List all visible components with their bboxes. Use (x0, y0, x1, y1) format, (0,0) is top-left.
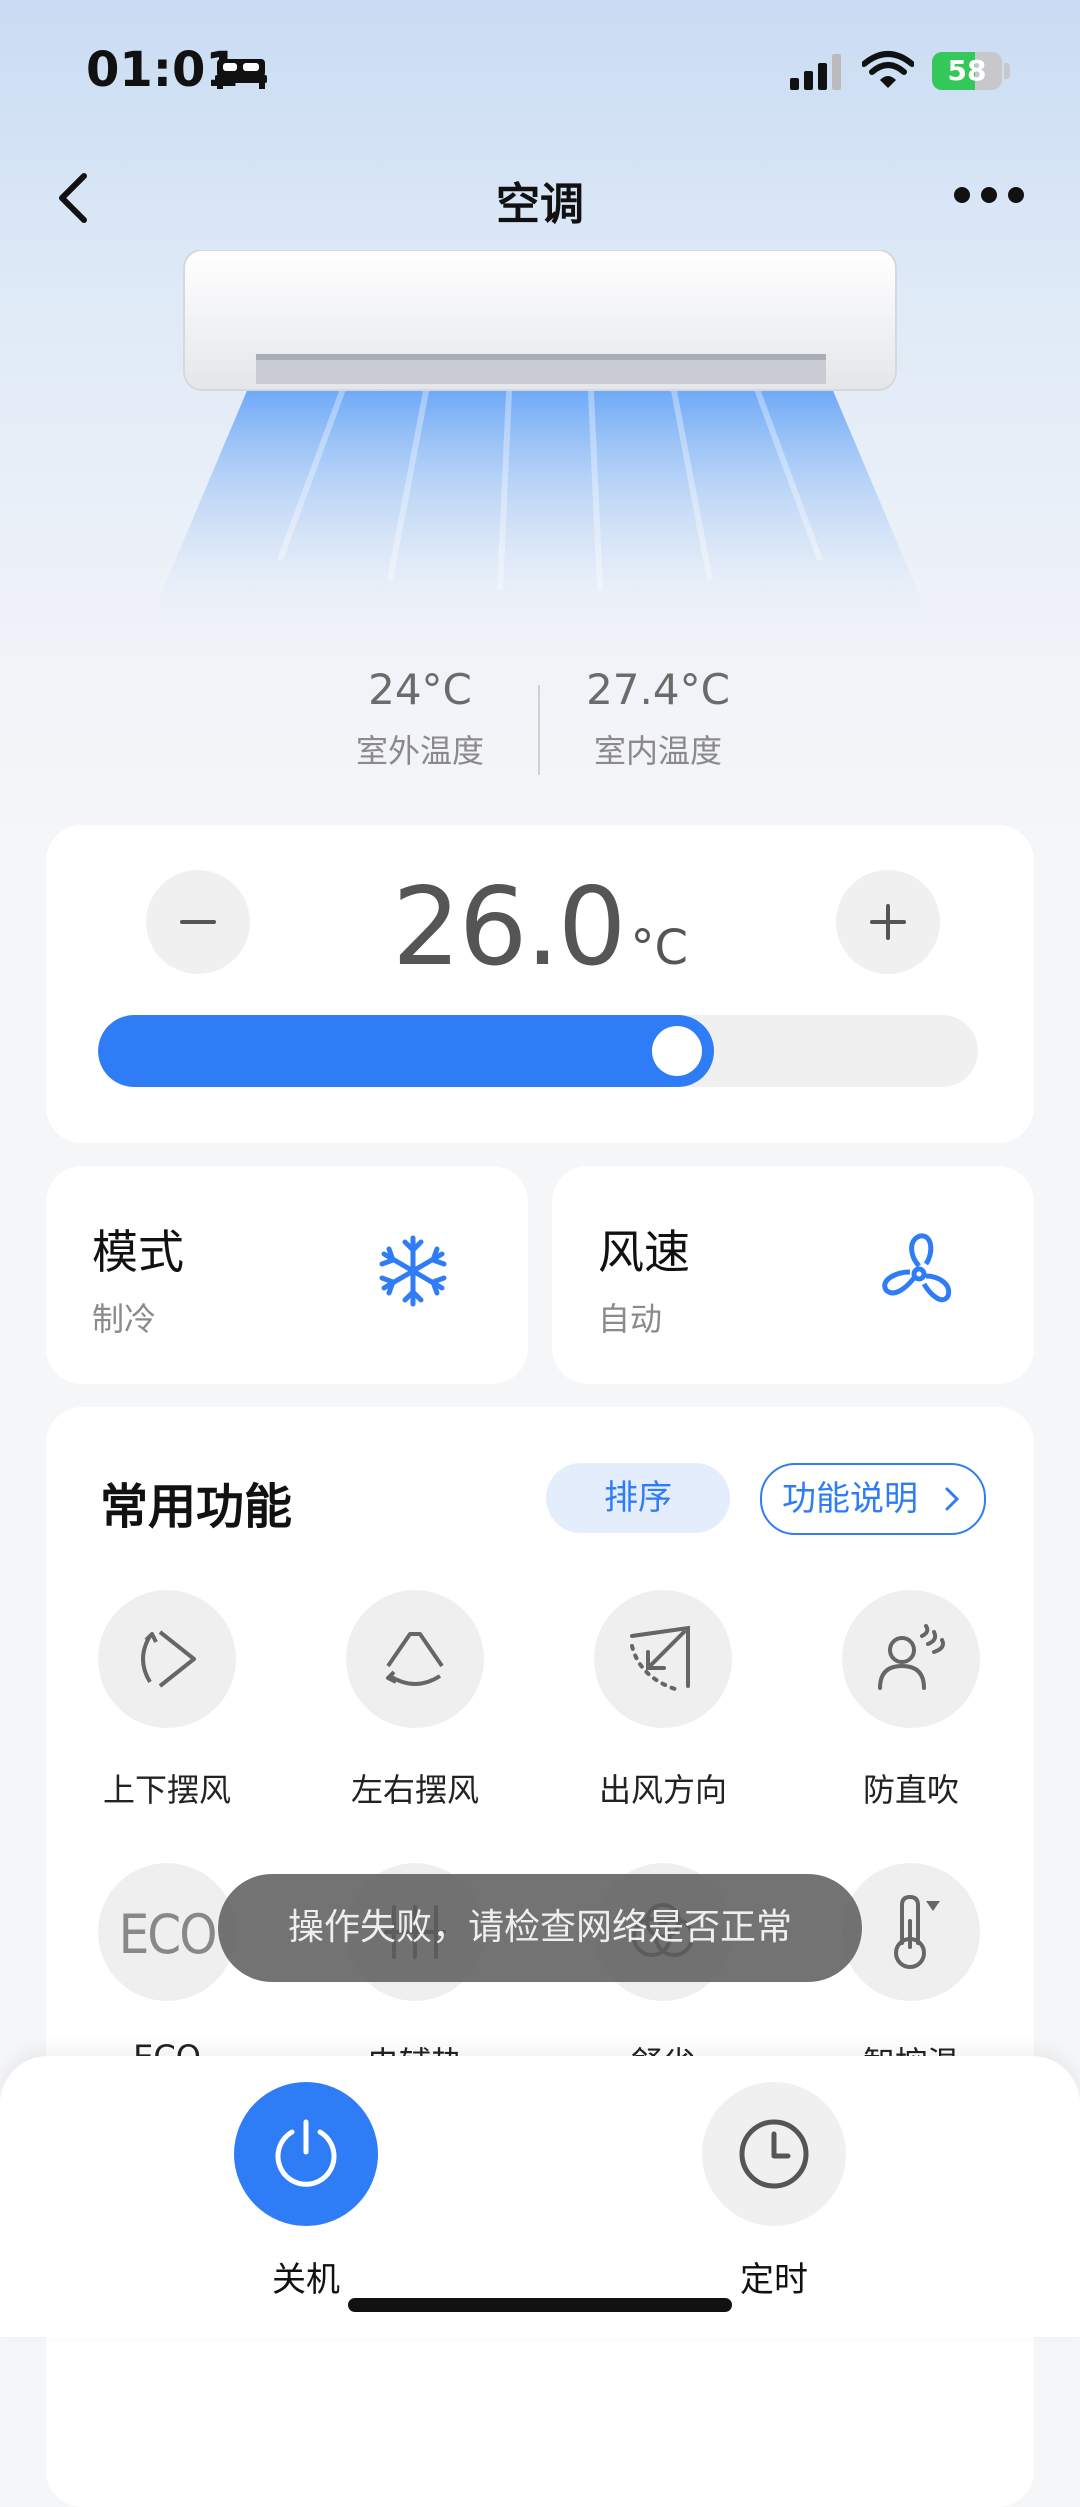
sort-button[interactable]: 排序 (546, 1463, 730, 1533)
fan-icon (882, 1233, 952, 1303)
functions-title: 常用功能 (100, 1479, 293, 1535)
page-title: 空调 (496, 179, 584, 230)
power-icon (275, 2119, 337, 2187)
plus-icon (870, 904, 906, 940)
fan-speed-card[interactable]: 风速 自动 (552, 1166, 1034, 1384)
outdoor-temp-value: 24°C (368, 665, 472, 714)
clock-icon (739, 2119, 809, 2189)
wifi-icon (862, 51, 914, 88)
function-label: 防直吹 (862, 1771, 959, 1809)
indoor-temp-value: 27.4°C (586, 665, 730, 714)
setpoint-unit: °C (630, 920, 688, 976)
air-direction-button[interactable] (594, 1590, 732, 1728)
function-eco[interactable]: ECO ECO (46, 1863, 246, 2083)
slider-fill (98, 1015, 714, 1087)
mode-card[interactable]: 模式 制冷 (46, 1166, 528, 1384)
vertical-swing-button[interactable] (98, 1590, 236, 1728)
more-icon[interactable] (952, 180, 1026, 210)
status-bar: 01:01 58 (0, 0, 1080, 140)
horizontal-swing-icon (386, 1632, 444, 1686)
decrease-temp-button[interactable] (146, 870, 250, 974)
battery-cap (1004, 63, 1010, 79)
setpoint-value: 26.0 (392, 865, 626, 990)
function-explanation-button[interactable]: 功能说明 (760, 1463, 986, 1535)
temperature-slider[interactable] (98, 1015, 978, 1087)
anti-direct-blow-button[interactable] (842, 1590, 980, 1728)
power-label: 关机 (272, 2260, 340, 2300)
timer-button[interactable] (702, 2082, 846, 2226)
fan-value: 自动 (598, 1300, 663, 1338)
horizontal-swing-button[interactable] (346, 1590, 484, 1728)
air-conditioner-unit (183, 250, 897, 391)
bottom-action-bar: 关机 定时 (0, 2056, 1080, 2337)
indoor-temperature: 27.4°C 室内温度 (528, 665, 788, 772)
increase-temp-button[interactable] (836, 870, 940, 974)
outdoor-temperature: 24°C 室外温度 (290, 665, 550, 772)
navigation-bar: 空调 (0, 150, 1080, 250)
airflow-illustration (150, 360, 930, 620)
smart-temp-button[interactable] (842, 1863, 980, 2001)
bed-icon (215, 59, 267, 89)
outdoor-temp-label: 室外温度 (355, 732, 484, 770)
eco-icon: ECO (118, 1903, 218, 1966)
function-horizontal-swing[interactable]: 左右摆风 (294, 1590, 494, 1810)
vertical-swing-icon (141, 1630, 196, 1688)
function-label: 出风方向 (598, 1771, 727, 1809)
timer-label: 定时 (740, 2260, 808, 2300)
function-anti-direct-blow[interactable]: 防直吹 (790, 1590, 990, 1810)
anti-direct-blow-icon (878, 1624, 945, 1690)
cellular-signal-icon (790, 54, 841, 90)
function-air-direction[interactable]: 出风方向 (542, 1590, 742, 1810)
function-vertical-swing[interactable]: 上下摆风 (46, 1590, 246, 1810)
minus-icon (180, 920, 216, 924)
chevron-right-icon (945, 1487, 960, 1511)
function-label: 左右摆风 (350, 1771, 479, 1809)
eco-button[interactable]: ECO (98, 1863, 236, 2001)
explanation-label: 功能说明 (782, 1479, 918, 1519)
smart-temp-icon (894, 1894, 940, 1969)
fan-title: 风速 (598, 1225, 690, 1279)
air-direction-icon (630, 1625, 690, 1692)
temperature-control-card: 26.0 °C (46, 825, 1034, 1143)
mode-title: 模式 (92, 1225, 184, 1279)
function-label: 上下摆风 (102, 1771, 231, 1809)
battery-level: 58 (947, 54, 987, 87)
error-toast: 操作失败，请检查网络是否正常 (218, 1874, 862, 1982)
power-button[interactable] (234, 2082, 378, 2226)
temperature-readings: 24°C 室外温度 27.4°C 室内温度 (0, 665, 1080, 795)
home-indicator (348, 2298, 732, 2312)
indoor-temp-label: 室内温度 (593, 732, 722, 770)
battery-indicator: 58 (932, 52, 1002, 90)
mode-value: 制冷 (92, 1300, 157, 1338)
slider-thumb[interactable] (652, 1026, 702, 1076)
snowflake-icon (379, 1235, 447, 1307)
